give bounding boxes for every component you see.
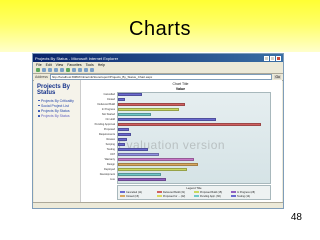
legend-label: Testing (14) [237, 194, 251, 198]
bar [118, 163, 199, 166]
menu-item-tools[interactable]: Tools [86, 63, 94, 67]
bar [118, 173, 162, 176]
favorites-icon[interactable] [72, 68, 76, 72]
bar [118, 128, 129, 131]
bar [118, 138, 127, 141]
category-label: Delivered Build [97, 102, 115, 106]
sidebar-links: Projects By Criticality Social Project Li… [34, 98, 80, 119]
bar [118, 143, 125, 146]
category-label: Development [99, 172, 115, 176]
bar [118, 108, 179, 111]
category-label: Deployed [104, 167, 115, 171]
category-label: UAT [110, 152, 115, 156]
legend-swatch [231, 191, 236, 193]
bar [118, 113, 151, 116]
menu-item-favorites[interactable]: Favorites [67, 63, 81, 67]
bar [118, 93, 142, 96]
category-label: In Progress [101, 107, 115, 111]
category-label: Closed [106, 97, 115, 101]
legend-swatch [157, 195, 162, 197]
close-icon[interactable] [276, 55, 281, 61]
legend-item: Pending Appr. (66) [194, 194, 231, 198]
category-label: Live [110, 177, 115, 181]
bar [118, 118, 216, 121]
legend-swatch [194, 195, 199, 197]
menu-item-view[interactable]: View [56, 63, 64, 67]
slide-title: Charts [129, 18, 191, 40]
legend-label: Proposed for ... (22) [163, 194, 186, 198]
back-icon[interactable] [36, 68, 40, 72]
slide-number: 48 [290, 212, 302, 223]
browser-toolbar [33, 67, 283, 74]
window-title: Projects By Status - Microsoft Internet … [35, 55, 119, 61]
chart-area: Chart Title Value Evaluation version Leg… [82, 81, 279, 201]
category-label: Proposed [103, 127, 115, 131]
bar [118, 148, 149, 151]
mail-icon[interactable] [84, 68, 88, 72]
legend-label: Closed (15) [126, 194, 139, 198]
bar [118, 178, 166, 181]
sidebar-heading: Projects By Status [37, 84, 71, 96]
category-label: Design [106, 162, 115, 166]
category-label: Testing [106, 147, 115, 151]
legend-items: Cancelled (11) Delivered Build (31) Propos… [120, 190, 268, 198]
search-icon[interactable] [66, 68, 70, 72]
refresh-icon[interactable] [54, 68, 58, 72]
history-icon[interactable] [78, 68, 82, 72]
browser-statusbar [33, 202, 283, 208]
chart-title: Chart Title [172, 82, 189, 86]
bar [118, 158, 194, 161]
menu-item-edit[interactable]: Edit [46, 63, 52, 67]
bar [118, 153, 160, 156]
browser-window: Projects By Status - Microsoft Internet … [32, 53, 284, 209]
category-label: Review [106, 137, 115, 141]
forward-icon[interactable] [42, 68, 46, 72]
legend-swatch [157, 191, 162, 193]
legend-swatch [120, 191, 125, 193]
page-content: Projects By Status Projects By Criticali… [34, 80, 282, 202]
category-label: On Hold [105, 117, 115, 121]
stop-icon[interactable] [48, 68, 52, 72]
legend-swatch [120, 195, 125, 197]
sidebar: Projects By Status Projects By Criticali… [34, 80, 81, 202]
browser-titlebar: Projects By Status - Microsoft Internet … [33, 54, 283, 62]
legend-item: Proposed for ... (22) [157, 194, 194, 198]
sidebar-link[interactable]: Projects By Status [34, 114, 80, 119]
category-label: Pending Approval [94, 122, 115, 126]
bar [118, 103, 186, 106]
minimize-icon[interactable] [264, 55, 269, 61]
legend-item: Closed (15) [120, 194, 157, 198]
legend-swatch [231, 195, 236, 197]
menu-item-file[interactable]: File [36, 63, 42, 67]
category-label: Cancelled [103, 92, 115, 96]
bar [118, 123, 262, 126]
go-button[interactable]: Go [274, 75, 281, 79]
category-label: Warranty [104, 157, 115, 161]
category-label: Scoping [105, 142, 115, 146]
legend-label: Pending Appr. (66) [200, 194, 221, 198]
chart-value-label: Value [175, 87, 186, 91]
menu-item-help[interactable]: Help [98, 63, 105, 67]
bar [118, 98, 125, 101]
legend-item: Testing (14) [231, 194, 268, 198]
bar [118, 133, 132, 136]
print-icon[interactable] [90, 68, 94, 72]
chart-legend: Legend Title Cancelled (11) Delivered Bui… [117, 185, 271, 200]
maximize-icon[interactable] [270, 55, 275, 61]
legend-swatch [194, 191, 199, 193]
bar [118, 168, 188, 171]
address-label: Address [35, 75, 48, 79]
category-label: Not Started [101, 112, 115, 116]
category-label: Requirements [98, 132, 115, 136]
home-icon[interactable] [60, 68, 64, 72]
